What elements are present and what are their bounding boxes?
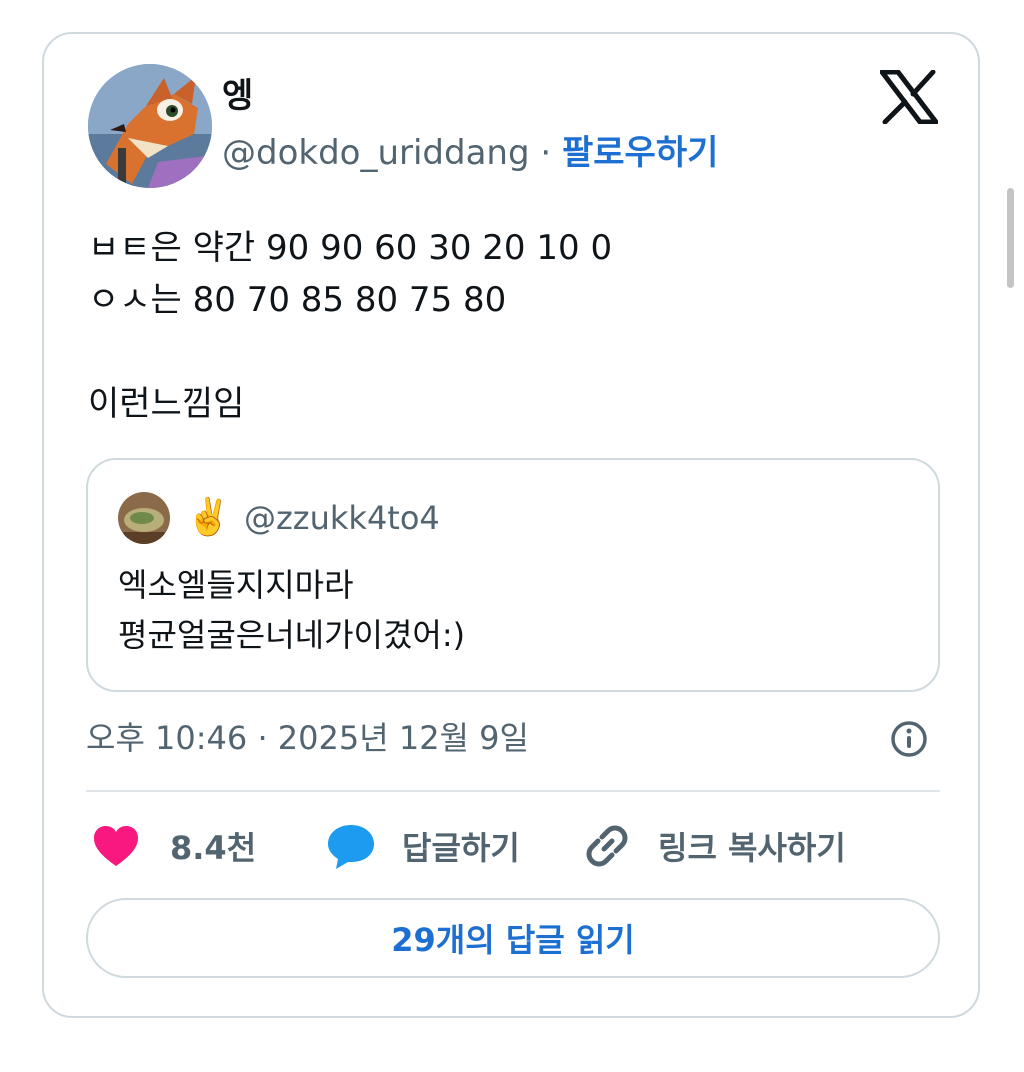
tweet-text: ㅂㅌ은 약간 90 90 60 30 20 10 0 ㅇㅅ는 80 70 85 … (88, 222, 612, 430)
info-icon[interactable] (890, 720, 928, 758)
quoted-author-emoji: ✌️ (186, 497, 231, 538)
author-handle-row: @dokdo_uriddang · 팔로우하기 (222, 130, 718, 176)
reply-label: 답글하기 (402, 829, 520, 867)
tweet-line: ㅇㅅ는 80 70 85 80 75 80 (88, 280, 507, 320)
x-logo-icon[interactable] (879, 69, 939, 125)
read-replies-label: 29개의 답글 읽기 (391, 921, 635, 959)
quoted-tweet-text: 엑소엘들지지마라 평균얼굴은너네가이겼어:) (118, 560, 465, 660)
link-icon (586, 825, 628, 867)
divider (86, 790, 940, 792)
embedded-tweet-card: 엥 @dokdo_uriddang · 팔로우하기 ㅂㅌ은 약간 90 90 6… (42, 32, 980, 1018)
read-replies-button[interactable]: 29개의 답글 읽기 (86, 898, 940, 978)
quoted-tweet-line: 평균얼굴은너네가이겼어:) (118, 616, 466, 654)
copy-link-label: 링크 복사하기 (658, 829, 846, 867)
scrollbar-thumb[interactable] (1007, 188, 1014, 288)
tweet-line (88, 326, 612, 378)
quoted-tweet-line: 엑소엘들지지마라 (118, 566, 354, 604)
speech-bubble-icon (328, 825, 374, 869)
heart-icon (94, 826, 138, 866)
quoted-author-handle[interactable]: @zzukk4to4 (244, 494, 440, 542)
author-handle[interactable]: @dokdo_uriddang (222, 133, 530, 173)
like-button[interactable]: 8.4천 (92, 818, 256, 874)
tweet-line: 이런느낌임 (88, 384, 245, 424)
follow-link[interactable]: 팔로우하기 (562, 133, 718, 173)
reply-button[interactable]: 답글하기 (326, 818, 520, 874)
handle-separator: · (540, 133, 552, 173)
tweet-timestamp[interactable]: 오후 10:46 · 2025년 12월 9일 (86, 714, 529, 762)
quoted-author-avatar (118, 492, 170, 544)
like-count: 8.4천 (170, 829, 257, 867)
author-avatar[interactable] (88, 64, 212, 188)
copy-link-button[interactable]: 링크 복사하기 (582, 818, 846, 874)
author-display-name[interactable]: 엥 (222, 74, 253, 118)
tweet-line: ㅂㅌ은 약간 90 90 60 30 20 10 0 (88, 228, 613, 268)
quoted-tweet[interactable]: ✌️ @zzukk4to4 엑소엘들지지마라 평균얼굴은너네가이겼어:) (86, 458, 940, 692)
